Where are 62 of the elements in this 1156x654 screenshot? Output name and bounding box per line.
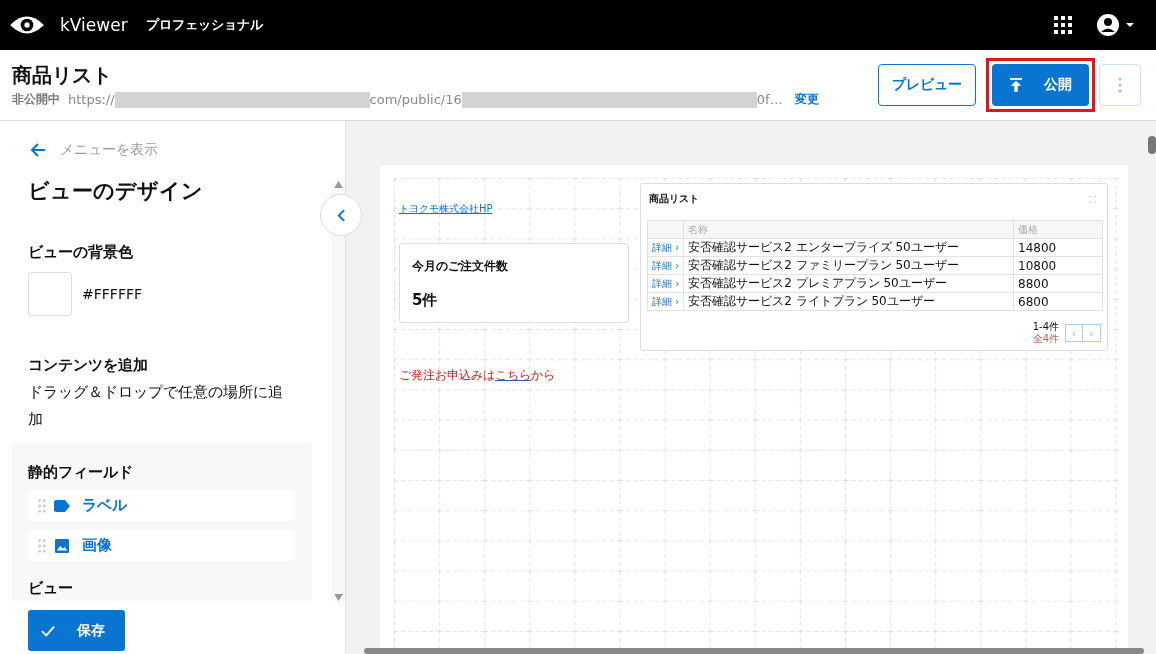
status-label: 非公開中: [12, 91, 60, 108]
count-value: 5件: [412, 291, 439, 310]
draggable-field-item[interactable]: 画像: [28, 530, 295, 561]
check-icon: [41, 624, 55, 637]
url-text: com/public/16: [369, 92, 462, 107]
image-icon: [54, 538, 70, 553]
section-title: ビューの背景色: [28, 243, 134, 262]
detail-link[interactable]: 詳細 ›: [652, 260, 680, 271]
table-cell: 14800: [1013, 238, 1103, 257]
expand-icon[interactable]: [1089, 195, 1096, 203]
chevron-left-icon: [336, 208, 346, 222]
tag-icon: [54, 498, 70, 513]
scrollbar[interactable]: [331, 181, 345, 601]
column-header: 価格: [1013, 220, 1103, 239]
previous-page-button[interactable]: ‹: [1065, 324, 1083, 342]
account-icon[interactable]: [1096, 13, 1136, 37]
change-link[interactable]: 変更: [794, 91, 819, 108]
table-cell: 10800: [1013, 256, 1103, 275]
table-cell: 安否確認サービス2 ファミリープラン 50ユーザー: [683, 256, 1014, 275]
color-swatch[interactable]: [28, 272, 72, 316]
panel-title: ビューのデザイン: [28, 178, 204, 205]
save-button[interactable]: 保存: [28, 610, 125, 651]
apps-grid-icon[interactable]: [1054, 16, 1072, 34]
scroll-down-icon[interactable]: [333, 594, 343, 601]
edition-label: プロフェッショナル: [145, 16, 263, 34]
page-title: 商品リスト: [12, 62, 113, 89]
url-text: https://: [68, 92, 115, 107]
table-cell: 安否確認サービス2 エンタープライズ 50ユーザー: [683, 238, 1014, 257]
table-cell: 安否確認サービス2 プレミアプラン 50ユーザー: [683, 274, 1014, 293]
card-title: 今月のご注文件数: [412, 258, 509, 275]
detail-link[interactable]: 詳細 ›: [652, 296, 680, 307]
table-cell: 安否確認サービス2 ライトプラン 50ユーザー: [683, 292, 1014, 311]
column-header: 名称: [683, 220, 1014, 239]
scroll-up-icon[interactable]: [333, 181, 343, 188]
publish-button[interactable]: 公開: [992, 64, 1089, 106]
section-title: コンテンツを追加: [28, 356, 149, 375]
drag-handle-icon: [38, 538, 46, 553]
group-title: ビュー: [28, 579, 74, 598]
upload-icon: [1009, 78, 1022, 92]
drag-handle-icon: [38, 498, 46, 513]
preview-button[interactable]: プレビュー: [878, 64, 976, 106]
order-text: ご発注お申込みはこちらから: [399, 367, 555, 384]
app-name: kViewer: [60, 15, 128, 35]
color-value: #FFFFFF: [82, 286, 143, 302]
draggable-field-item[interactable]: ラベル: [28, 490, 295, 521]
group-title: 静的フィールド: [28, 463, 134, 482]
section-description: ドラッグ＆ドロップで任意の場所に追加: [28, 382, 284, 430]
url-text: 0f…: [756, 92, 783, 107]
company-link[interactable]: トヨクモ株式会社HP: [399, 202, 493, 216]
record-total: 全4件: [1032, 333, 1059, 345]
detail-link[interactable]: 詳細 ›: [652, 278, 680, 289]
order-link[interactable]: こちら: [495, 368, 531, 382]
record-range: 1-4件: [1032, 321, 1059, 333]
table-cell: 6800: [1013, 292, 1103, 311]
detail-link[interactable]: 詳細 ›: [652, 242, 680, 253]
arrow-left-icon: [30, 142, 46, 158]
card-title: 商品リスト: [649, 192, 699, 206]
collapse-button[interactable]: [320, 194, 362, 236]
table-cell: 8800: [1013, 274, 1103, 293]
next-page-button[interactable]: ›: [1083, 324, 1101, 342]
back-link[interactable]: メニューを表示: [30, 141, 312, 159]
more-vertical-icon: [1118, 77, 1122, 93]
